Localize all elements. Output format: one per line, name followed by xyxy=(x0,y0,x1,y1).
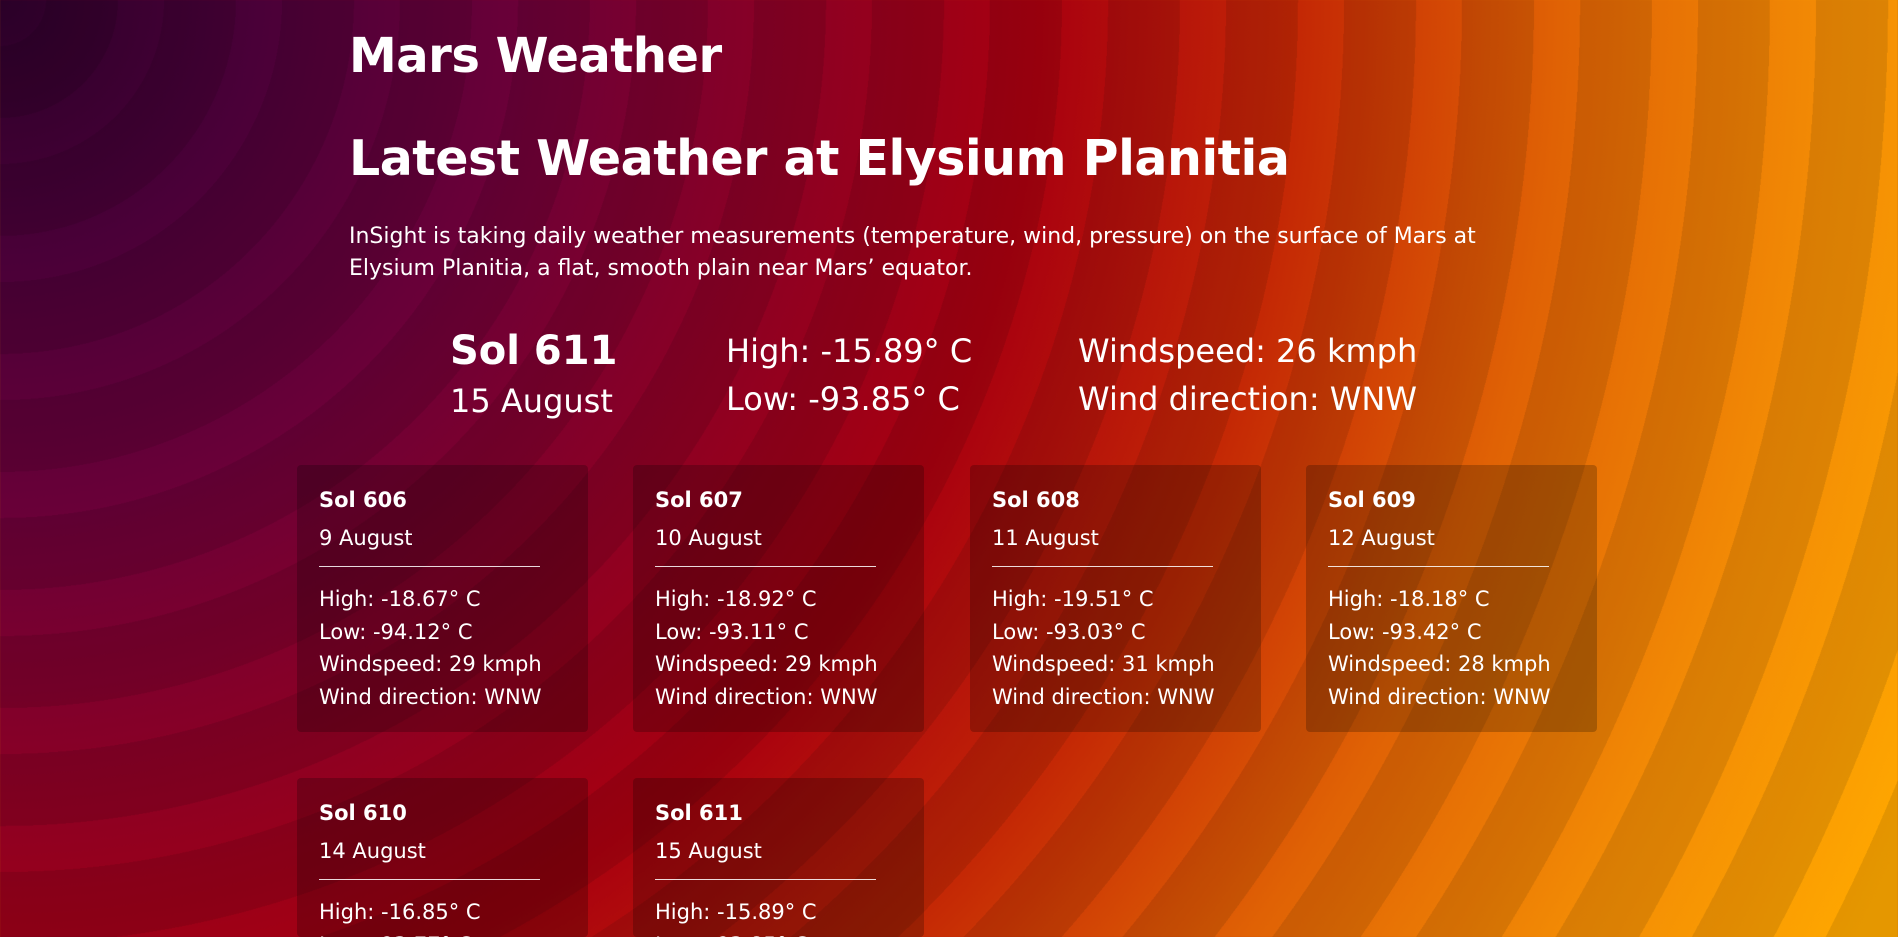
day-card: Sol 610 14 August High: -16.85° C Low: -… xyxy=(297,778,588,937)
day-card: Sol 608 11 August High: -19.51° C Low: -… xyxy=(970,465,1261,732)
card-wind-direction: Wind direction: WNW xyxy=(992,684,1215,709)
card-low-temp: Low: -94.12° C xyxy=(319,619,473,644)
card-divider xyxy=(655,566,876,567)
day-card: Sol 609 12 August High: -18.18° C Low: -… xyxy=(1306,465,1597,732)
intro-text: InSight is taking daily weather measurem… xyxy=(349,224,1476,281)
card-sol: Sol 606 xyxy=(319,488,407,512)
card-high-temp: High: -18.92° C xyxy=(655,587,817,611)
card-sol: Sol 611 xyxy=(655,801,743,825)
page-heading: Latest Weather at Elysium Planitia xyxy=(349,130,1290,187)
card-high-temp: High: -19.51° C xyxy=(992,587,1154,611)
card-date: 9 August xyxy=(319,526,413,550)
card-date: 10 August xyxy=(655,526,762,550)
card-date: 12 August xyxy=(1328,526,1435,550)
card-high-temp: High: -18.67° C xyxy=(319,587,481,611)
current-low-temp: Low: -93.85° C xyxy=(726,380,960,418)
card-divider xyxy=(1328,566,1549,567)
card-divider xyxy=(319,879,540,880)
card-windspeed: Windspeed: 29 kmph xyxy=(319,652,542,676)
card-wind-direction: Wind direction: WNW xyxy=(319,684,542,709)
card-low-temp: Low: -93.42° C xyxy=(1328,619,1482,644)
card-divider xyxy=(655,879,876,880)
day-card: Sol 606 9 August High: -18.67° C Low: -9… xyxy=(297,465,588,732)
card-low-temp: Low: -93.11° C xyxy=(655,619,809,644)
current-date: 15 August xyxy=(450,382,613,420)
card-low-temp: Low: -93.03° C xyxy=(992,619,1146,644)
current-weather: Sol 611 15 August High: -15.89° C Low: -… xyxy=(0,326,1898,426)
card-high-temp: High: -18.18° C xyxy=(1328,587,1490,611)
card-high-temp: High: -15.89° C xyxy=(655,900,817,924)
card-wind-direction: Wind direction: WNW xyxy=(655,684,878,709)
card-sol: Sol 609 xyxy=(1328,488,1416,512)
card-wind-direction: Wind direction: WNW xyxy=(1328,684,1551,709)
card-sol: Sol 608 xyxy=(992,488,1080,512)
card-windspeed: Windspeed: 29 kmph xyxy=(655,652,878,676)
card-low-temp: Low: -93.85° C xyxy=(655,929,902,937)
card-date: 11 August xyxy=(992,526,1099,550)
card-windspeed: Windspeed: 31 kmph xyxy=(992,652,1215,676)
day-card: Sol 611 15 August High: -15.89° C Low: -… xyxy=(633,778,924,937)
current-sol: Sol 611 xyxy=(450,328,618,374)
card-windspeed: Windspeed: 28 kmph xyxy=(1328,652,1551,676)
card-date: 15 August xyxy=(655,839,762,863)
current-windspeed: Windspeed: 26 kmph xyxy=(1078,332,1418,370)
card-divider xyxy=(319,566,540,567)
card-low-temp: Low: -93.77° C xyxy=(319,929,566,937)
card-sol: Sol 610 xyxy=(319,801,407,825)
current-wind-direction: Wind direction: WNW xyxy=(1078,380,1417,418)
card-divider xyxy=(992,566,1213,567)
card-date: 14 August xyxy=(319,839,426,863)
current-high-temp: High: -15.89° C xyxy=(726,332,973,370)
card-high-temp: High: -16.85° C xyxy=(319,900,481,924)
card-sol: Sol 607 xyxy=(655,488,743,512)
site-title: Mars Weather xyxy=(349,28,722,84)
day-card: Sol 607 10 August High: -18.92° C Low: -… xyxy=(633,465,924,732)
